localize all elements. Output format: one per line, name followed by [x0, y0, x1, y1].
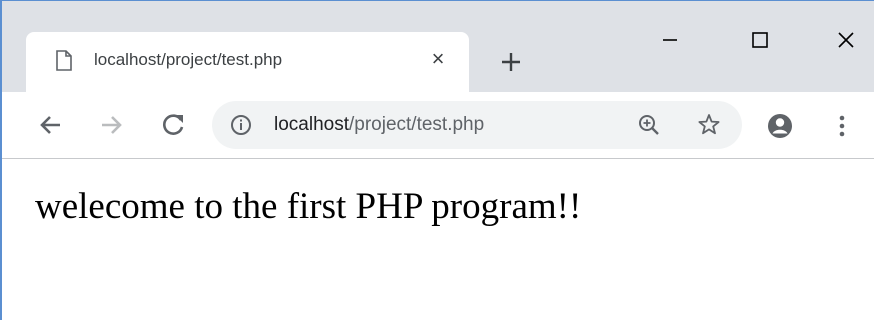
back-arrow-icon[interactable] — [36, 110, 66, 140]
title-bar: localhost/project/test.php × — [2, 1, 874, 92]
active-tab[interactable]: localhost/project/test.php × — [26, 32, 469, 92]
page-content: welecome to the first PHP program!! — [2, 159, 874, 321]
browser-window: localhost/project/test.php × localhost/p… — [0, 0, 874, 321]
page-body-text: welecome to the first PHP program!! — [35, 186, 582, 227]
address-bar[interactable]: localhost/project/test.php — [212, 101, 742, 149]
page-icon — [56, 50, 72, 71]
close-icon[interactable] — [826, 25, 866, 55]
minimize-icon[interactable] — [650, 25, 690, 55]
maximize-icon[interactable] — [740, 25, 780, 55]
tab-title: localhost/project/test.php — [94, 50, 283, 69]
star-icon[interactable] — [696, 112, 722, 138]
menu-icon[interactable] — [832, 112, 852, 140]
zoom-icon[interactable] — [636, 112, 662, 138]
info-icon[interactable] — [230, 114, 252, 136]
tab-close-icon[interactable]: × — [426, 47, 450, 71]
new-tab-icon[interactable] — [496, 47, 526, 77]
url-host: localhost — [274, 114, 349, 135]
reload-icon[interactable] — [159, 110, 189, 140]
browser-toolbar: localhost/project/test.php — [2, 92, 874, 159]
forward-arrow-icon[interactable] — [96, 110, 126, 140]
url-text[interactable]: localhost/project/test.php — [274, 114, 484, 136]
url-path: /project/test.php — [349, 114, 485, 135]
account-icon[interactable] — [766, 112, 794, 140]
